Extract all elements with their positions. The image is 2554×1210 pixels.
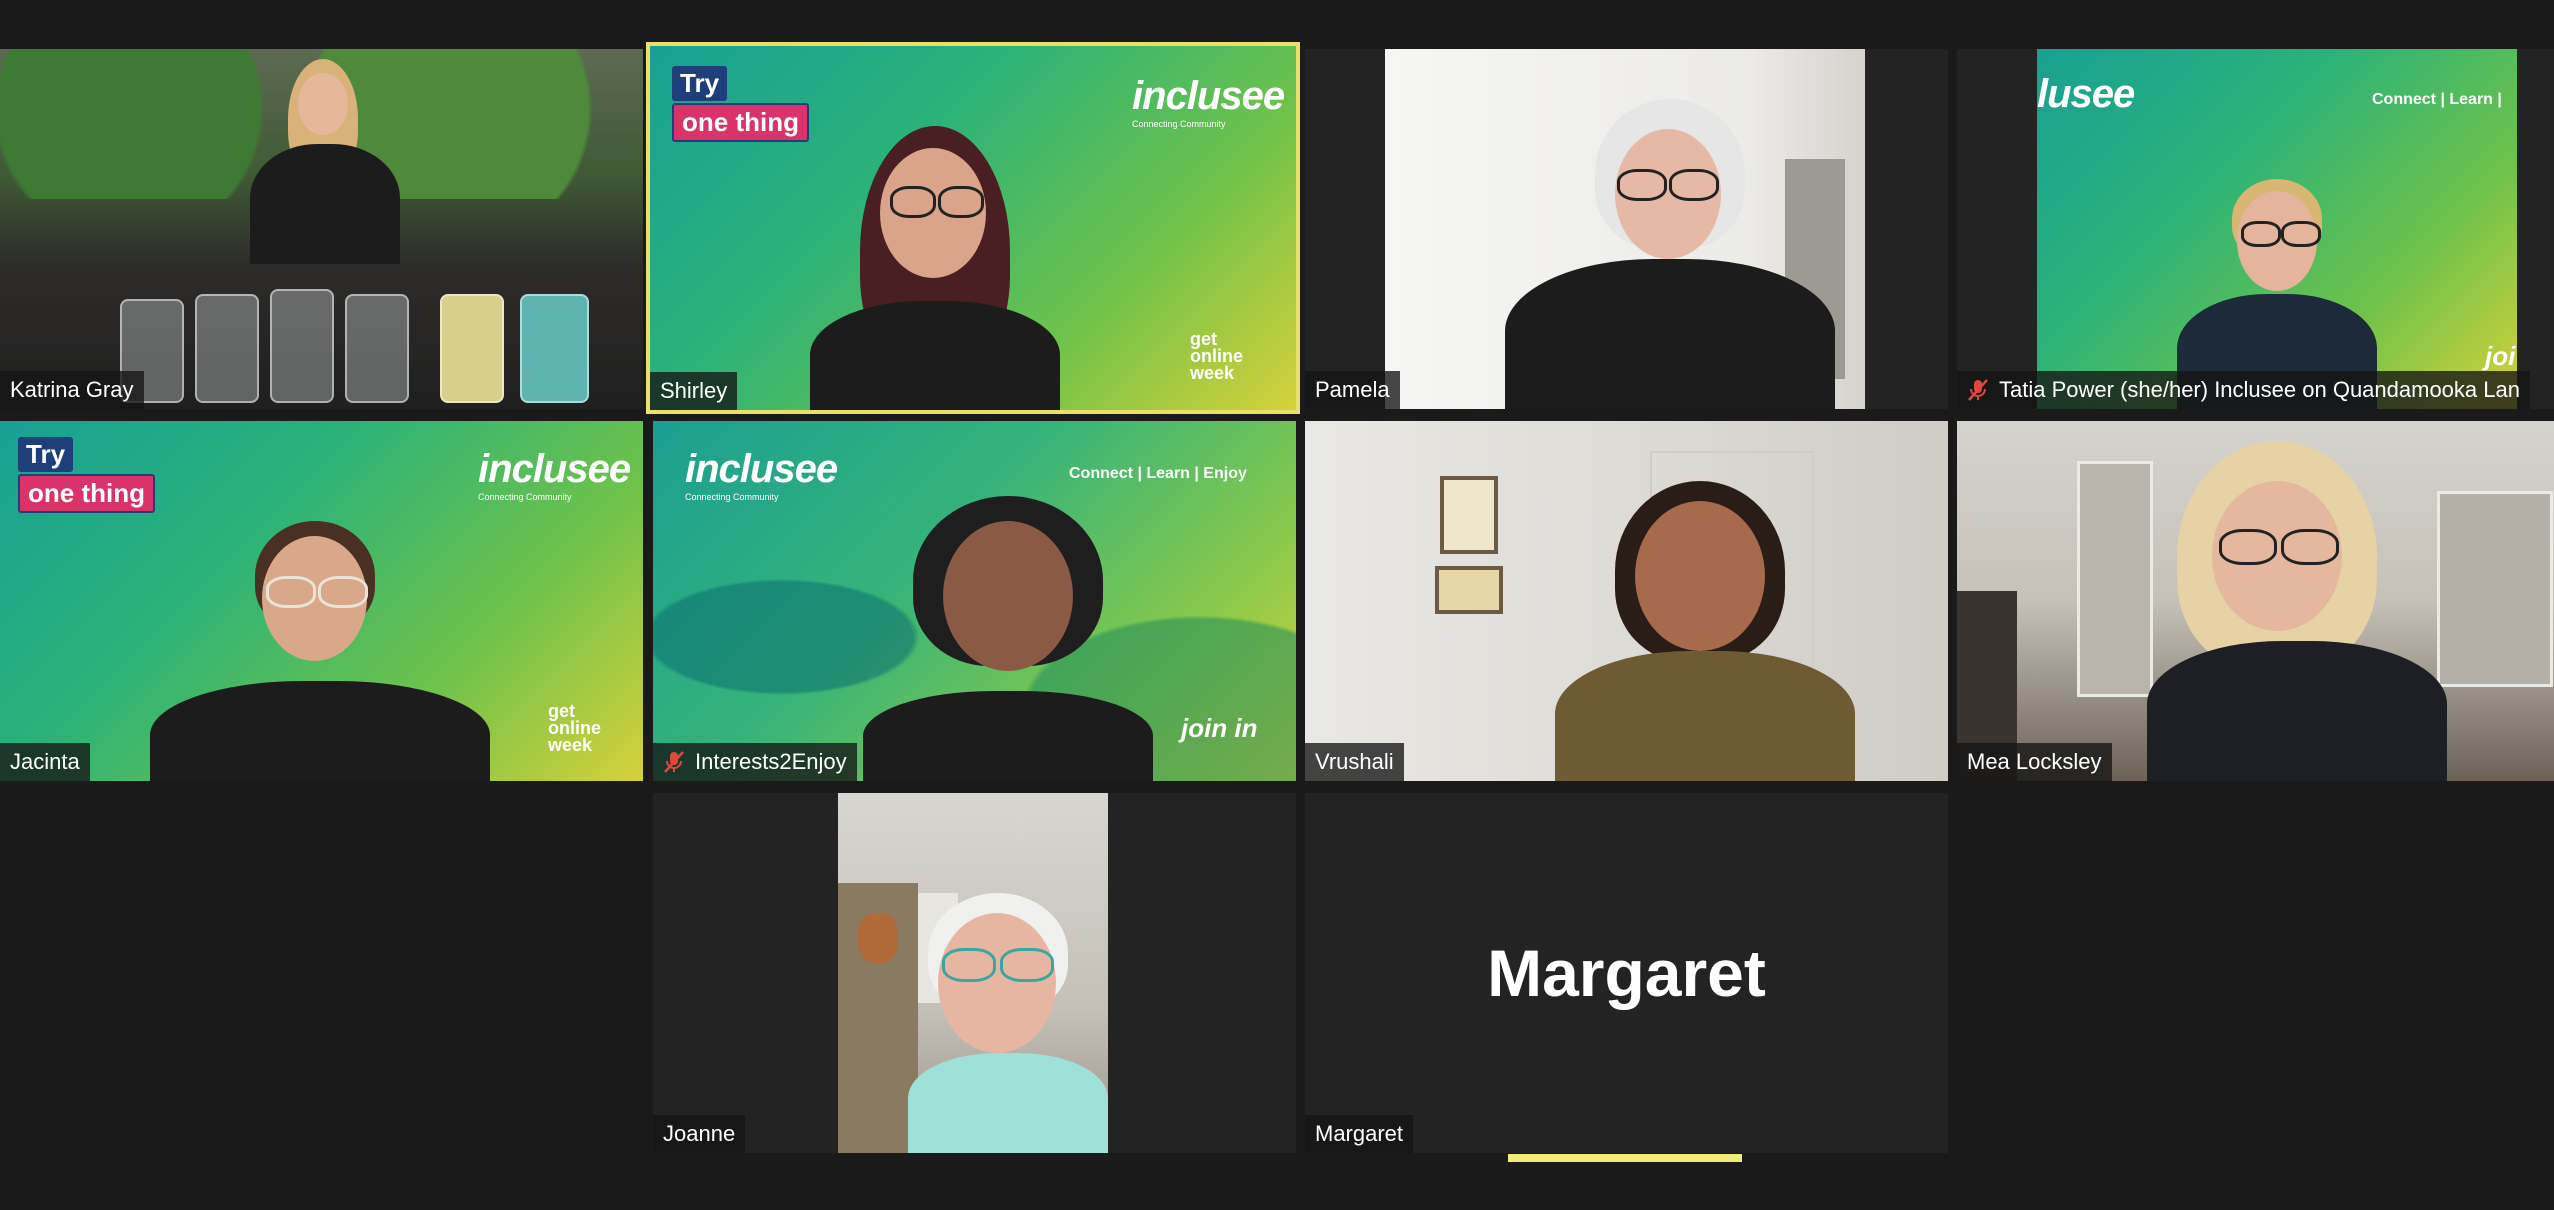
video-feed (838, 793, 1108, 1153)
join-in-logo: join in (1181, 713, 1258, 743)
video-feed (0, 49, 643, 409)
inclusee-logo: inclusee Connecting Community (685, 447, 838, 502)
try-one-thing-badge: Try one thing (18, 437, 155, 513)
video-feed (1305, 421, 1948, 781)
participant-name-label: Katrina Gray (0, 371, 144, 409)
video-tile-shirley[interactable]: Try one thing inclusee Connecting Commun… (646, 42, 1300, 414)
tagline: Connect | Learn | (2372, 91, 2502, 108)
inclusee-logo: lusee (2037, 72, 2135, 116)
speaking-indicator (1508, 1154, 1742, 1162)
video-tile-jacinta[interactable]: Try one thing inclusee Connecting Commun… (0, 421, 643, 781)
video-feed (1385, 49, 1865, 409)
participant-name-label: Margaret (1305, 1115, 1414, 1153)
get-online-week-logo: get online week (548, 701, 601, 756)
inclusee-logo: inclusee Connecting Community (478, 447, 631, 502)
jars (120, 279, 620, 409)
participant-name-label: Joanne (653, 1115, 746, 1153)
video-tile-margaret[interactable]: Margaret Margaret (1305, 793, 1948, 1153)
participant-name-label: Jacinta (0, 743, 90, 781)
video-feed (1957, 421, 2554, 781)
participant-name-label: Vrushali (1305, 743, 1404, 781)
tagline: Connect | Learn | Enjoy (1069, 465, 1247, 482)
video-tile-interests2enjoy[interactable]: inclusee Connecting Community Connect | … (653, 421, 1296, 781)
join-in-logo: joi (2485, 341, 2516, 371)
participant-display-name: Margaret (1487, 936, 1766, 1010)
participant-name-label: Pamela (1305, 371, 1400, 409)
inclusee-logo: inclusee Connecting Community (1132, 74, 1285, 129)
video-tile-katrina-gray[interactable]: Katrina Gray (0, 49, 643, 409)
get-online-week-logo: get online week (1190, 329, 1243, 384)
try-one-thing-badge: Try one thing (672, 66, 809, 142)
participant-name-label: Tatia Power (she/her) Inclusee on Quanda… (1957, 371, 2530, 409)
video-tile-tatia-power[interactable]: lusee Connect | Learn | joi Tatia Power … (1957, 49, 2554, 409)
mic-off-icon (663, 750, 685, 774)
video-tile-pamela[interactable]: Pamela (1305, 49, 1948, 409)
participant-name-label: Mea Locksley (1957, 743, 2112, 781)
mic-off-icon (1967, 378, 1989, 402)
participant-name-label: Interests2Enjoy (653, 743, 857, 781)
video-tile-mea-locksley[interactable]: Mea Locksley (1957, 421, 2554, 781)
video-tile-joanne[interactable]: Joanne (653, 793, 1296, 1153)
participant-name-label: Shirley (650, 372, 738, 410)
video-tile-vrushali[interactable]: Vrushali (1305, 421, 1948, 781)
video-feed: lusee Connect | Learn | joi (2037, 49, 2517, 409)
